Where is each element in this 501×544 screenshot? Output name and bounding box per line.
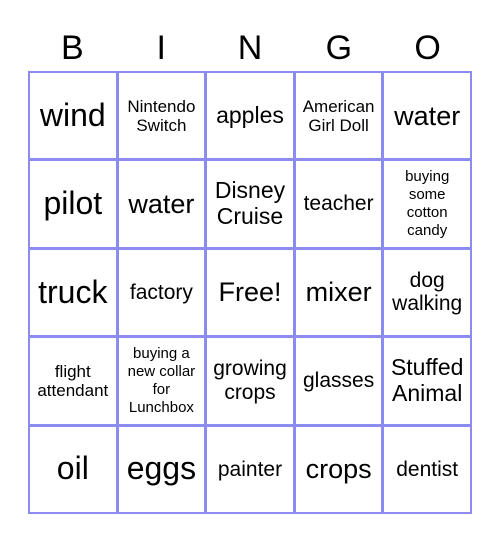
bingo-header: B I N G O <box>28 28 472 68</box>
bingo-cell free-space[interactable]: Free! <box>207 249 293 336</box>
bingo-cell[interactable]: truck <box>30 249 116 336</box>
bingo-cell[interactable]: Nintendo Switch <box>118 73 205 159</box>
bingo-cell[interactable]: Disney Cruise <box>207 161 293 247</box>
bingo-cell[interactable]: American Girl Doll <box>295 73 382 159</box>
header-letter-n: N <box>237 29 263 67</box>
bingo-cell[interactable]: buying some cotton candy <box>384 161 470 247</box>
bingo-card: wind Nintendo Switch apples American Gir… <box>28 71 472 514</box>
bingo-cell[interactable]: painter <box>207 426 293 512</box>
bingo-cell[interactable]: dentist <box>384 426 470 512</box>
bingo-cell[interactable]: teacher <box>295 161 382 247</box>
bingo-cell[interactable]: eggs <box>118 426 205 512</box>
bingo-cell[interactable]: Stuffed Animal <box>384 338 470 424</box>
bingo-cell[interactable]: pilot <box>30 161 116 247</box>
bingo-cell[interactable]: crops <box>295 426 382 512</box>
bingo-cell[interactable]: oil <box>30 426 116 512</box>
bingo-cell[interactable]: growing crops <box>207 338 293 424</box>
header-letter-b: B <box>61 29 84 67</box>
bingo-cell[interactable]: dog walking <box>384 249 470 336</box>
bingo-cell[interactable]: glasses <box>295 338 382 424</box>
bingo-cell[interactable]: wind <box>30 73 116 159</box>
bingo-cell[interactable]: water <box>118 161 205 247</box>
bingo-cell[interactable]: buying a new collar for Lunchbox <box>118 338 205 424</box>
header-letter-o: O <box>414 29 441 67</box>
bingo-cell[interactable]: factory <box>118 249 205 336</box>
bingo-cell[interactable]: water <box>384 73 470 159</box>
bingo-cell[interactable]: apples <box>207 73 293 159</box>
bingo-cell[interactable]: flight attendant <box>30 338 116 424</box>
header-letter-i: I <box>156 29 166 67</box>
header-letter-g: G <box>325 29 353 67</box>
bingo-cell[interactable]: mixer <box>295 249 382 336</box>
